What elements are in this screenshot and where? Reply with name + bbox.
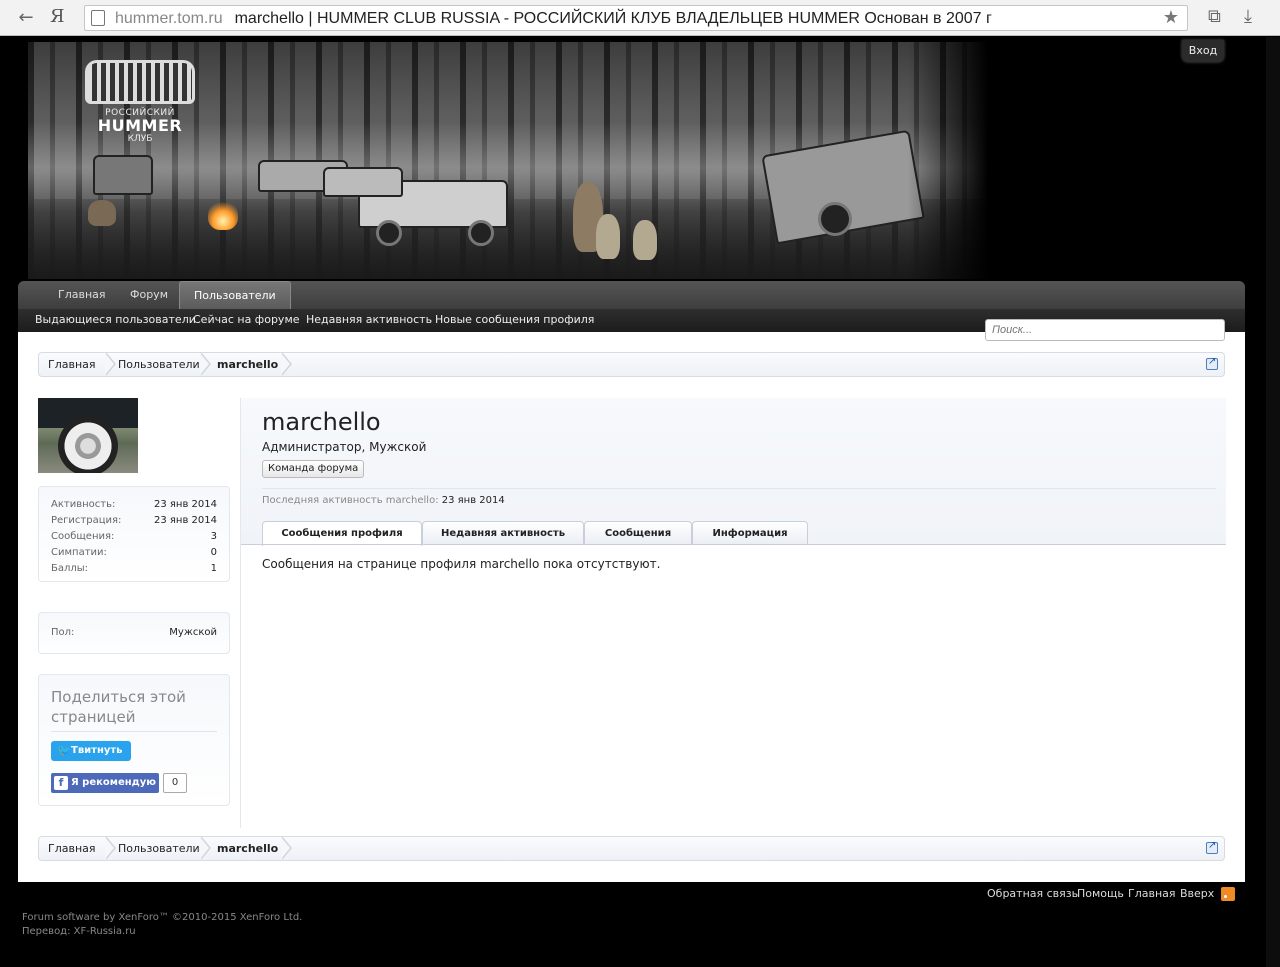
header-banner: РОССИЙСКИЙ HUMMER КЛУБ	[28, 42, 988, 279]
main-nav: Главная Форум Пользователи	[18, 281, 1245, 310]
rss-icon[interactable]	[1221, 887, 1235, 901]
tab-forum[interactable]: Форум	[116, 281, 182, 309]
tab-postings[interactable]: Сообщения	[584, 521, 692, 545]
hummer-grill-icon	[85, 60, 195, 104]
stats-box: Активность: 23 янв 2014 Регистрация: 23 ян…	[38, 486, 230, 582]
footer-link-contact[interactable]: Обратная связь	[987, 887, 1078, 900]
gender-value: Мужской	[169, 627, 217, 638]
extension-icon[interactable]: ⧉	[1208, 6, 1221, 27]
breadcrumb-current: marchello	[217, 842, 279, 855]
hummer-image	[323, 167, 403, 197]
gender-box: Пол: Мужской	[38, 612, 230, 654]
bear-image	[596, 214, 620, 259]
profile-header: marchello Администратор, Мужской Команда…	[241, 398, 1226, 546]
breadcrumb-home[interactable]: Главная	[48, 837, 96, 860]
tab-home[interactable]: Главная	[44, 281, 120, 309]
subnav-recent-activity[interactable]: Недавняя активность	[306, 309, 432, 331]
tab-members[interactable]: Пользователи	[179, 281, 291, 310]
subnav-online-now[interactable]: Сейчас на форуме	[193, 309, 300, 331]
facebook-like-count: 0	[163, 773, 187, 793]
stat-row: Симпатии: 0	[51, 547, 217, 558]
back-arrow-icon[interactable]: ←	[14, 6, 38, 30]
empty-profile-posts-message: Сообщения на странице профиля marchello …	[262, 557, 661, 571]
tweet-button[interactable]: 🐦 Твитнуть	[51, 741, 131, 761]
footer-link-home[interactable]: Главная	[1128, 887, 1176, 900]
page-icon	[91, 10, 105, 26]
stat-row: Сообщения: 3	[51, 531, 217, 542]
username: marchello	[262, 408, 381, 436]
staff-badge: Команда форума	[262, 460, 365, 478]
stat-row: Регистрация: 23 янв 2014	[51, 515, 217, 526]
breadcrumb-members[interactable]: Пользователи	[118, 353, 200, 376]
stat-row: Баллы: 1	[51, 563, 217, 574]
bear-image	[633, 220, 657, 260]
translation-credit[interactable]: Перевод: XF-Russia.ru	[22, 926, 136, 937]
download-icon[interactable]: ⤓	[1244, 6, 1252, 27]
profile-panel: marchello Администратор, Мужской Команда…	[240, 398, 1226, 828]
site-logo[interactable]: РОССИЙСКИЙ HUMMER КЛУБ	[80, 60, 200, 160]
hummer-image	[93, 155, 153, 195]
page-scrollbar[interactable]	[1266, 37, 1280, 967]
footer-link-top[interactable]: Вверх	[1180, 887, 1214, 900]
gender-label: Пол:	[51, 627, 75, 638]
jump-to-icon[interactable]	[1206, 840, 1218, 854]
jump-to-icon[interactable]	[1206, 356, 1218, 370]
tab-information[interactable]: Информация	[692, 521, 808, 545]
footer-link-help[interactable]: Помощь	[1077, 887, 1124, 900]
breadcrumb-home[interactable]: Главная	[48, 353, 96, 376]
subnav-notable-members[interactable]: Выдающиеся пользователи	[35, 309, 196, 331]
yandex-logo-icon[interactable]: Я	[50, 6, 65, 27]
main-content: Главная Пользователи marchello Активност…	[18, 332, 1245, 882]
share-box: Поделиться этой страницей 🐦 Твитнуть fЯ р…	[38, 674, 230, 806]
login-button[interactable]: Вход	[1182, 40, 1224, 62]
bear-image	[88, 200, 116, 226]
user-title: Администратор, Мужской	[262, 440, 427, 454]
breadcrumb: Главная Пользователи marchello	[38, 352, 1225, 377]
tab-profile-posts[interactable]: Сообщения профиля	[262, 521, 422, 546]
address-text[interactable]: hummer.tom.ru marchello | HUMMER CLUB RUS…	[115, 10, 992, 28]
facebook-like-button[interactable]: fЯ рекомендую	[51, 773, 159, 793]
page: РОССИЙСКИЙ HUMMER КЛУБ Вход Главная Фору…	[0, 37, 1280, 967]
last-activity: Последняя активность marchello: 23 янв 2…	[262, 495, 505, 506]
breadcrumb-current: marchello	[217, 358, 279, 371]
address-domain: hummer.tom.ru	[115, 10, 223, 27]
copyright[interactable]: Forum software by XenForo™ ©2010-2015 Xe…	[22, 912, 302, 923]
tab-recent-activity[interactable]: Недавняя активность	[422, 521, 584, 545]
twitter-bird-icon: 🐦	[57, 744, 71, 757]
address-bar[interactable]: hummer.tom.ru marchello | HUMMER CLUB RUS…	[84, 5, 1188, 31]
breadcrumb-members[interactable]: Пользователи	[118, 837, 200, 860]
avatar[interactable]	[38, 398, 138, 473]
share-title: Поделиться этой страницей	[51, 688, 186, 726]
campfire-image	[208, 200, 238, 230]
stat-row: Активность: 23 янв 2014	[51, 499, 217, 510]
browser-toolbar: ← Я hummer.tom.ru marchello | HUMMER CLUB…	[0, 0, 1280, 36]
bookmark-star-icon[interactable]: ★	[1163, 7, 1179, 28]
facebook-icon: f	[54, 776, 68, 790]
address-title: marchello | HUMMER CLUB RUSSIA - РОССИЙС…	[234, 10, 992, 27]
search-input[interactable]	[985, 319, 1225, 341]
subnav-new-profile-posts[interactable]: Новые сообщения профиля	[435, 309, 594, 331]
breadcrumb-bottom: Главная Пользователи marchello	[38, 836, 1225, 861]
